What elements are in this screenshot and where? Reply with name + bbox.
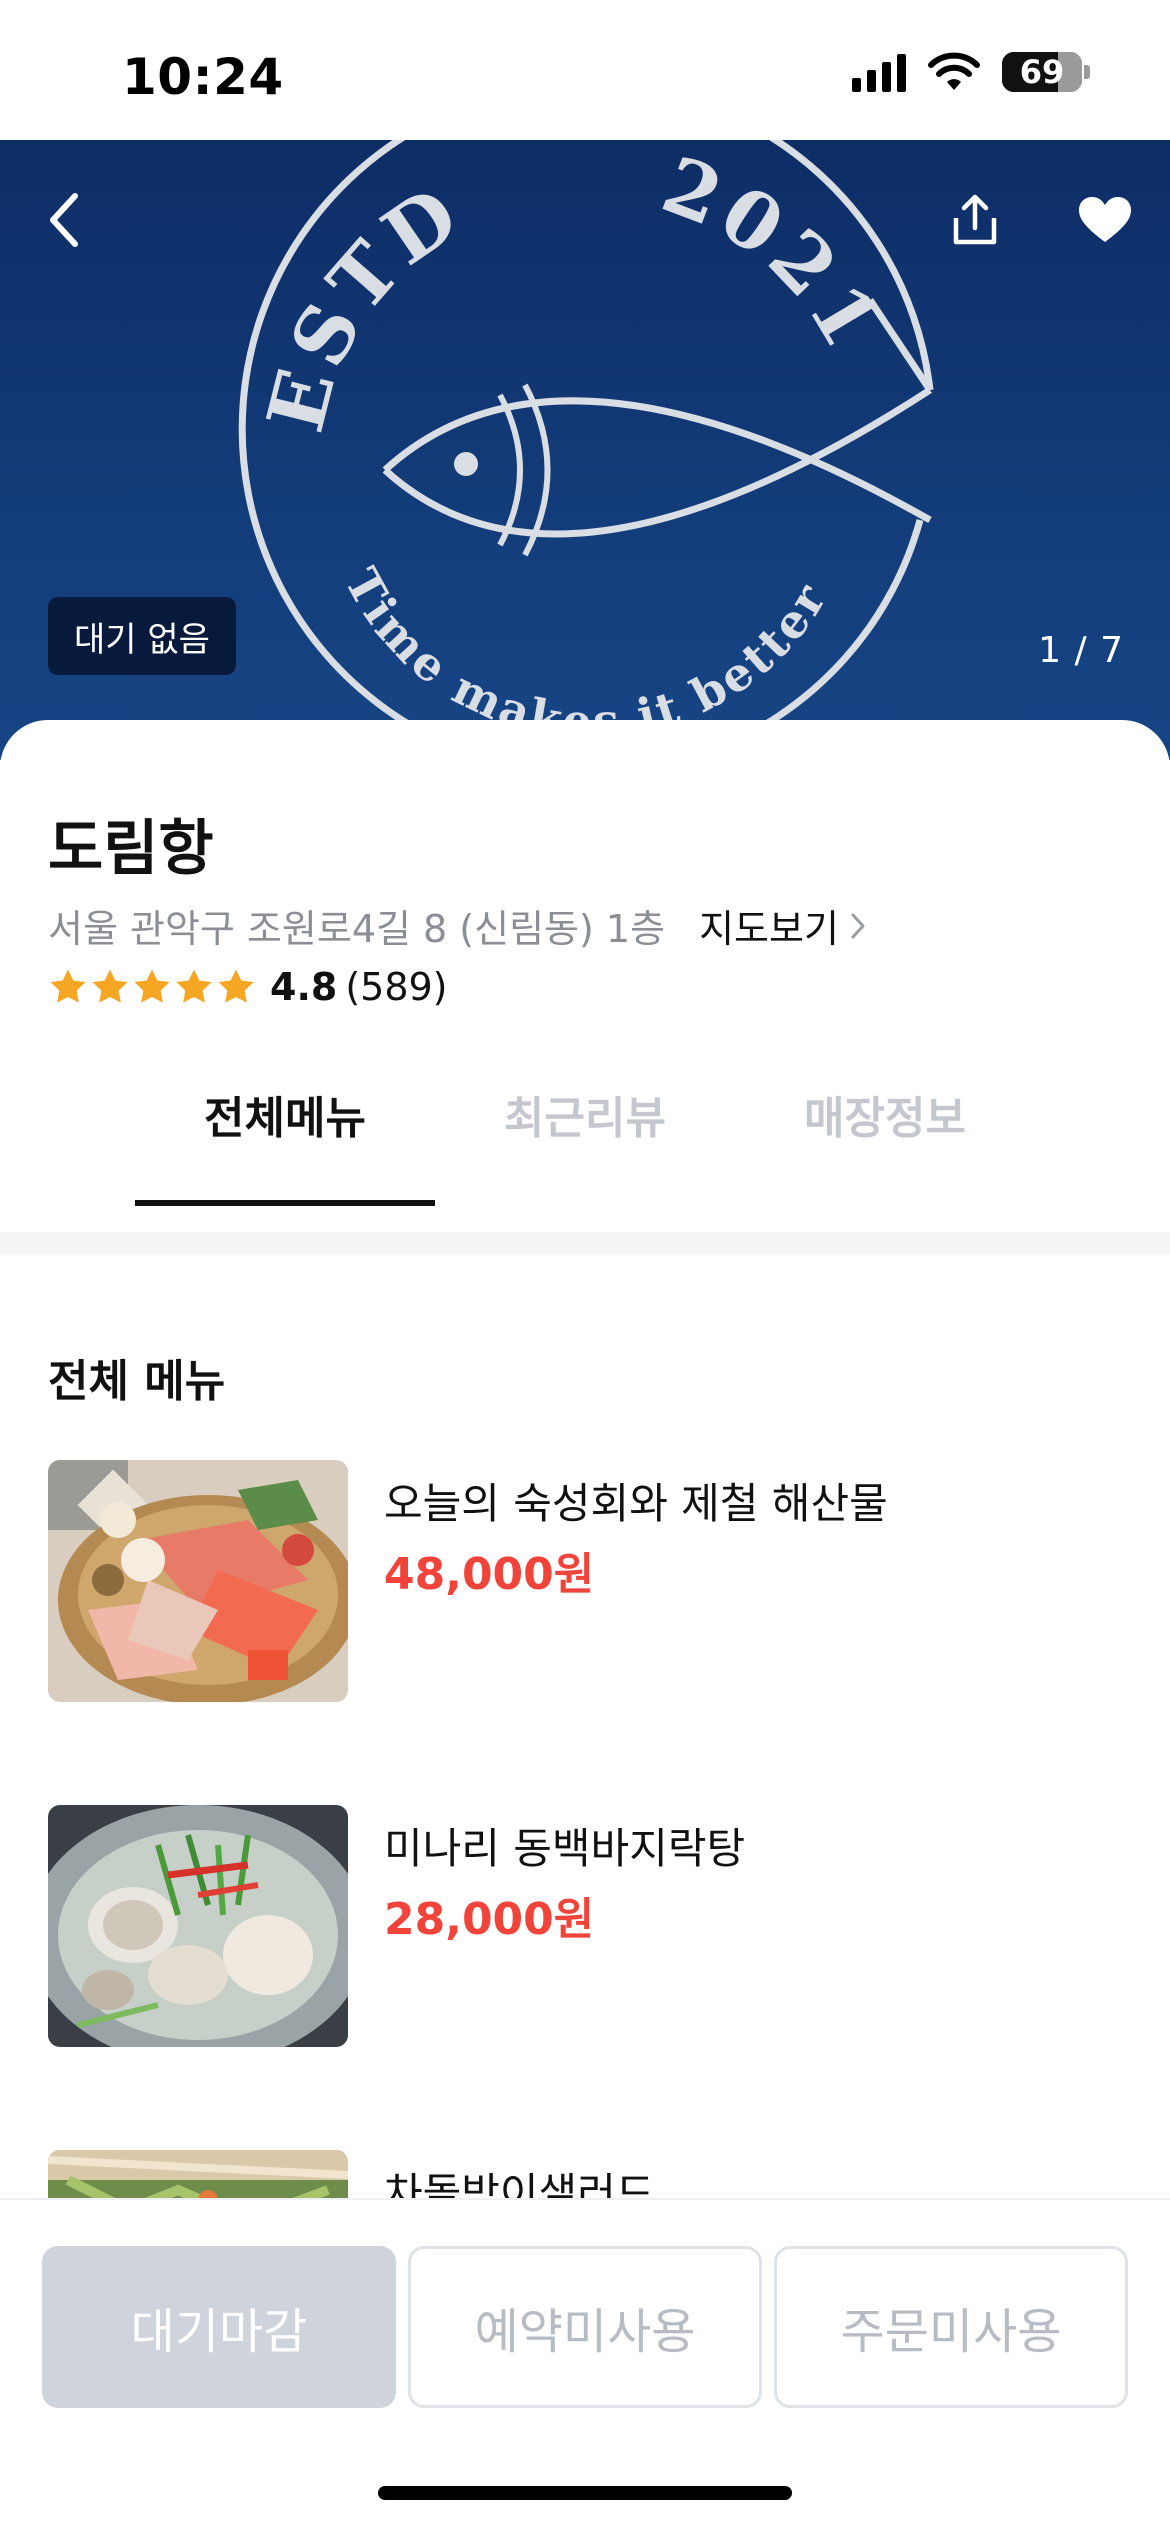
menu-item[interactable]: 미나리 동백바지락탕 28,000원 [48,1805,1128,2047]
menu-item-name: 미나리 동백바지락탕 [384,1824,746,1873]
order-unavailable-button[interactable]: 주문미사용 [774,2246,1128,2408]
battery-level: 69 [1019,53,1065,91]
store-address: 서울 관악구 조원로4길 8 (신림동) 1층 [48,907,666,951]
tab-bar: 전체메뉴 최근리뷰 매장정보 [0,1060,1170,1210]
tab-recent-reviews[interactable]: 최근리뷰 [435,1060,735,1210]
menu-item-photo [48,1460,348,1702]
star-icon [218,969,254,1003]
map-link-label: 지도보기 [699,907,839,951]
wifi-icon [928,52,980,90]
review-count: (589) [345,965,448,1009]
reservation-unavailable-button[interactable]: 예약미사용 [408,2246,762,2408]
logo-year-text: 2021 [651,140,893,367]
logo-estd-text: ESTD [250,167,473,441]
battery-icon: 69 [1002,52,1082,92]
battery-indicator: 69 [1002,52,1090,92]
star-icon [92,969,128,1003]
share-icon [953,194,997,245]
tab-store-info[interactable]: 매장정보 [735,1060,1035,1210]
home-indicator [378,2486,792,2500]
rating-value: 4.8 [270,965,338,1009]
status-time: 10:24 [122,48,284,106]
cellular-signal-icon [852,52,906,92]
back-button[interactable] [30,180,100,260]
svg-text:ESTD: ESTD [250,167,479,441]
favorite-button[interactable] [1070,180,1140,260]
menu-item-price: 28,000원 [384,1894,595,1945]
chevron-right-icon [851,913,865,938]
tab-full-menu[interactable]: 전체메뉴 [135,1060,435,1210]
svg-text:2021: 2021 [651,140,899,367]
menu-item-name: 오늘의 숙성회와 제철 해산물 [384,1479,888,1528]
map-link[interactable]: 지도보기 [699,898,867,953]
bottom-action-bar: 대기마감 예약미사용 주문미사용 [0,2198,1170,2532]
wait-status-badge: 대기 없음 [48,597,236,675]
star-icon [176,969,212,1003]
active-tab-indicator [135,1200,435,1206]
status-icons: 69 [852,52,1090,92]
image-page-counter: 1 / 7 [1038,630,1124,671]
menu-item-photo [48,1805,348,2047]
status-bar: 10:24 69 [0,0,1170,140]
section-divider [0,1232,1170,1254]
wait-closed-button[interactable]: 대기마감 [42,2246,396,2408]
chevron-left-icon [50,193,78,247]
menu-item[interactable]: 오늘의 숙성회와 제철 해산물 48,000원 [48,1460,1128,1702]
hero-image[interactable]: ESTD 2021 Time makes it better 대기 없음 1 /… [0,140,1170,760]
address-row: 서울 관악구 조원로4길 8 (신림동) 1층 지도보기 [48,898,867,953]
rating-row[interactable]: 4.8 (589) [48,965,448,1009]
store-name: 도림항 [48,814,214,884]
rating-stars [48,967,256,1007]
heart-icon [1079,197,1131,242]
star-icon [50,969,86,1003]
menu-item-price: 48,000원 [384,1549,595,1600]
star-icon [134,969,170,1003]
menu-section-title: 전체 메뉴 [48,1356,226,1407]
share-button[interactable] [940,180,1010,260]
